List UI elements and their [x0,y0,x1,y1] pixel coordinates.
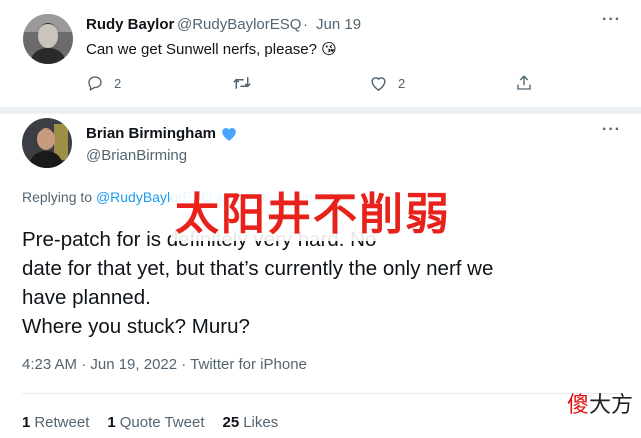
retweets-label: Retweet [34,414,90,431]
retweets-number: 1 [22,414,31,431]
retweets-stat[interactable]: 1 Retweet [22,414,89,431]
retweet-icon [233,77,251,89]
tweet-body-line: date for that yet, but that’s currently … [22,257,494,280]
tweet-text: Can we get Sunwell nerfs, please? 😘 [86,41,337,58]
more-options-icon[interactable]: ··· [602,11,621,29]
overlay-caption: 太阳井不削弱 [171,189,455,241]
watermark-rest: 大方 [588,393,633,418]
avatar-photo [23,14,73,64]
author-name[interactable]: Rudy Baylor [86,16,174,33]
watermark-first-char: 傻 [566,393,589,418]
quote-tweets-label: Quote Tweet [119,414,205,431]
likes-label: Likes [243,414,279,431]
likes-stat[interactable]: 25 Likes [223,414,279,431]
retweet-button[interactable] [232,74,262,92]
tweet-body-line: have planned. [22,286,151,309]
tweet-stats: 1 Retweet 1 Quote Tweet 25 Likes [22,414,278,431]
tweet-timestamp[interactable]: 4:23 AM · Jun 19, 2022 · Twitter for iPh… [22,356,307,373]
tweet-body: Pre-patch for is definitely very hard. N… [22,225,622,341]
tweet-body-line: Where you stuck? Muru? [22,315,250,338]
replying-prefix: Replying to [22,189,93,205]
tweet-date[interactable]: Jun 19 [316,16,361,33]
avatar-photo [22,118,72,168]
avatar[interactable] [22,118,72,168]
likes-number: 25 [222,414,240,431]
reply-button[interactable]: 2 [86,74,121,92]
author-handle[interactable]: @RudyBaylorESQ [177,16,301,33]
reply-count: 2 [114,75,122,91]
tweet-divider [0,107,641,114]
watermark: 傻大方 [567,387,633,419]
quote-tweets-number: 1 [107,414,116,431]
tweet-reply-rudy[interactable]: Rudy Baylor @RudyBaylorESQ · Jun 19 ··· … [0,0,641,107]
avatar[interactable] [23,14,73,64]
heart-badge-icon [222,128,236,141]
quote-tweets-stat[interactable]: 1 Quote Tweet [107,414,204,431]
like-button[interactable]: 2 [369,74,405,92]
more-options-icon[interactable]: ··· [602,121,621,139]
share-button[interactable] [515,74,533,92]
divider-line [22,393,622,394]
like-count: 2 [398,75,406,91]
author-handle[interactable]: @BrianBirming [86,147,187,164]
heart-icon [371,77,386,91]
separator-dot: · [303,16,308,33]
author-name[interactable]: Brian Birmingham [86,125,216,142]
share-icon [517,75,531,90]
reply-icon [88,76,102,91]
